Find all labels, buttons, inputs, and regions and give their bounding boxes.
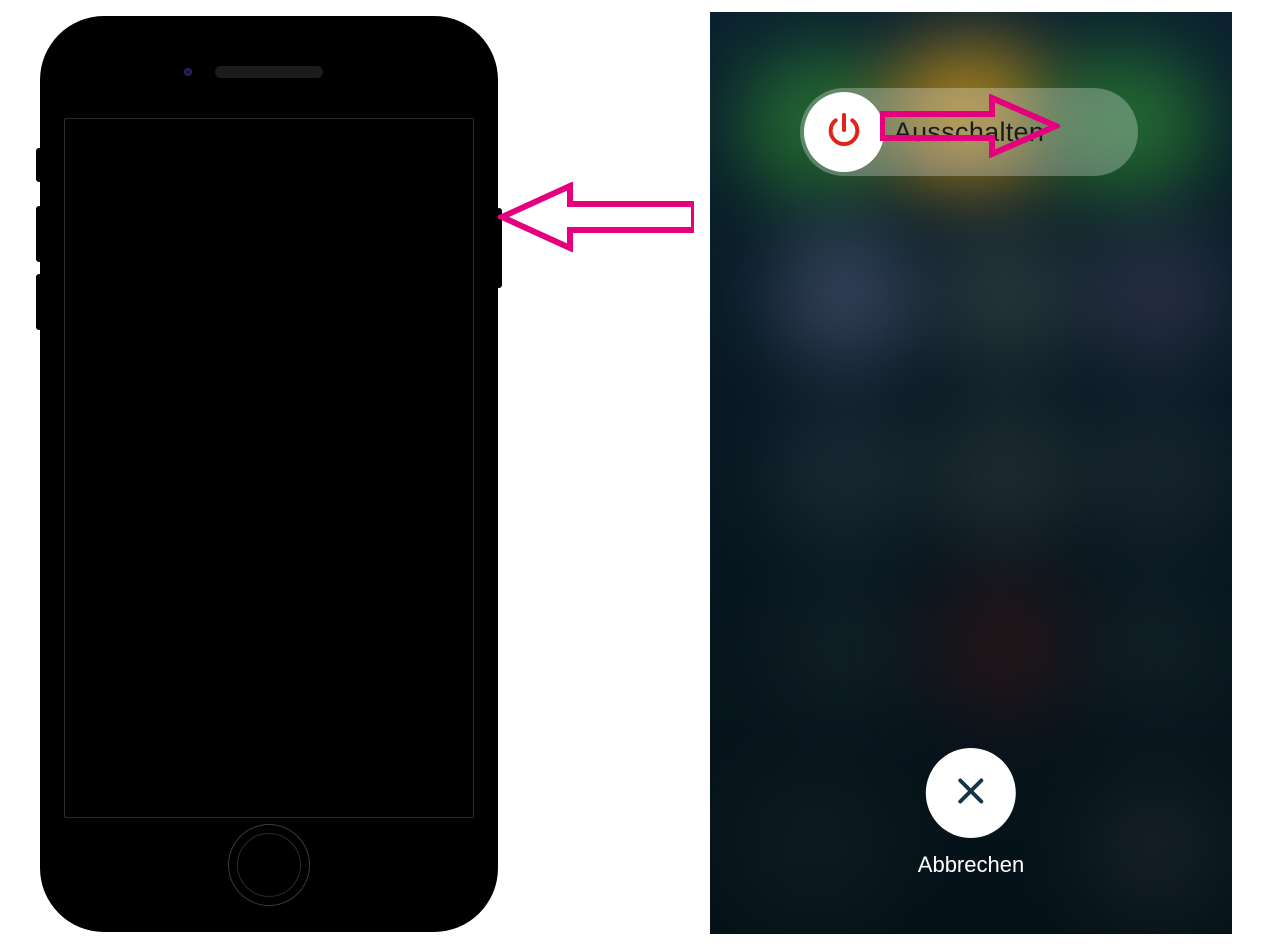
volume-up-button xyxy=(36,206,42,262)
power-off-knob[interactable] xyxy=(804,92,884,172)
iphone-mockup xyxy=(42,18,496,930)
power-icon xyxy=(824,110,864,155)
volume-down-button xyxy=(36,274,42,330)
phone-body xyxy=(42,18,496,930)
home-button[interactable] xyxy=(228,824,310,906)
annotation-arrow-left xyxy=(498,182,694,252)
cancel-area: Abbrechen xyxy=(918,748,1024,878)
mute-switch xyxy=(36,148,42,182)
front-camera xyxy=(184,68,192,76)
close-x-icon xyxy=(953,773,989,814)
cancel-button[interactable] xyxy=(926,748,1016,838)
annotation-arrow-right xyxy=(880,94,1060,158)
cancel-label: Abbrechen xyxy=(918,852,1024,878)
earpiece-speaker xyxy=(215,66,323,78)
phone-screen-off xyxy=(64,118,474,818)
shutdown-screen: Ausschalten Abbrechen xyxy=(710,12,1232,934)
